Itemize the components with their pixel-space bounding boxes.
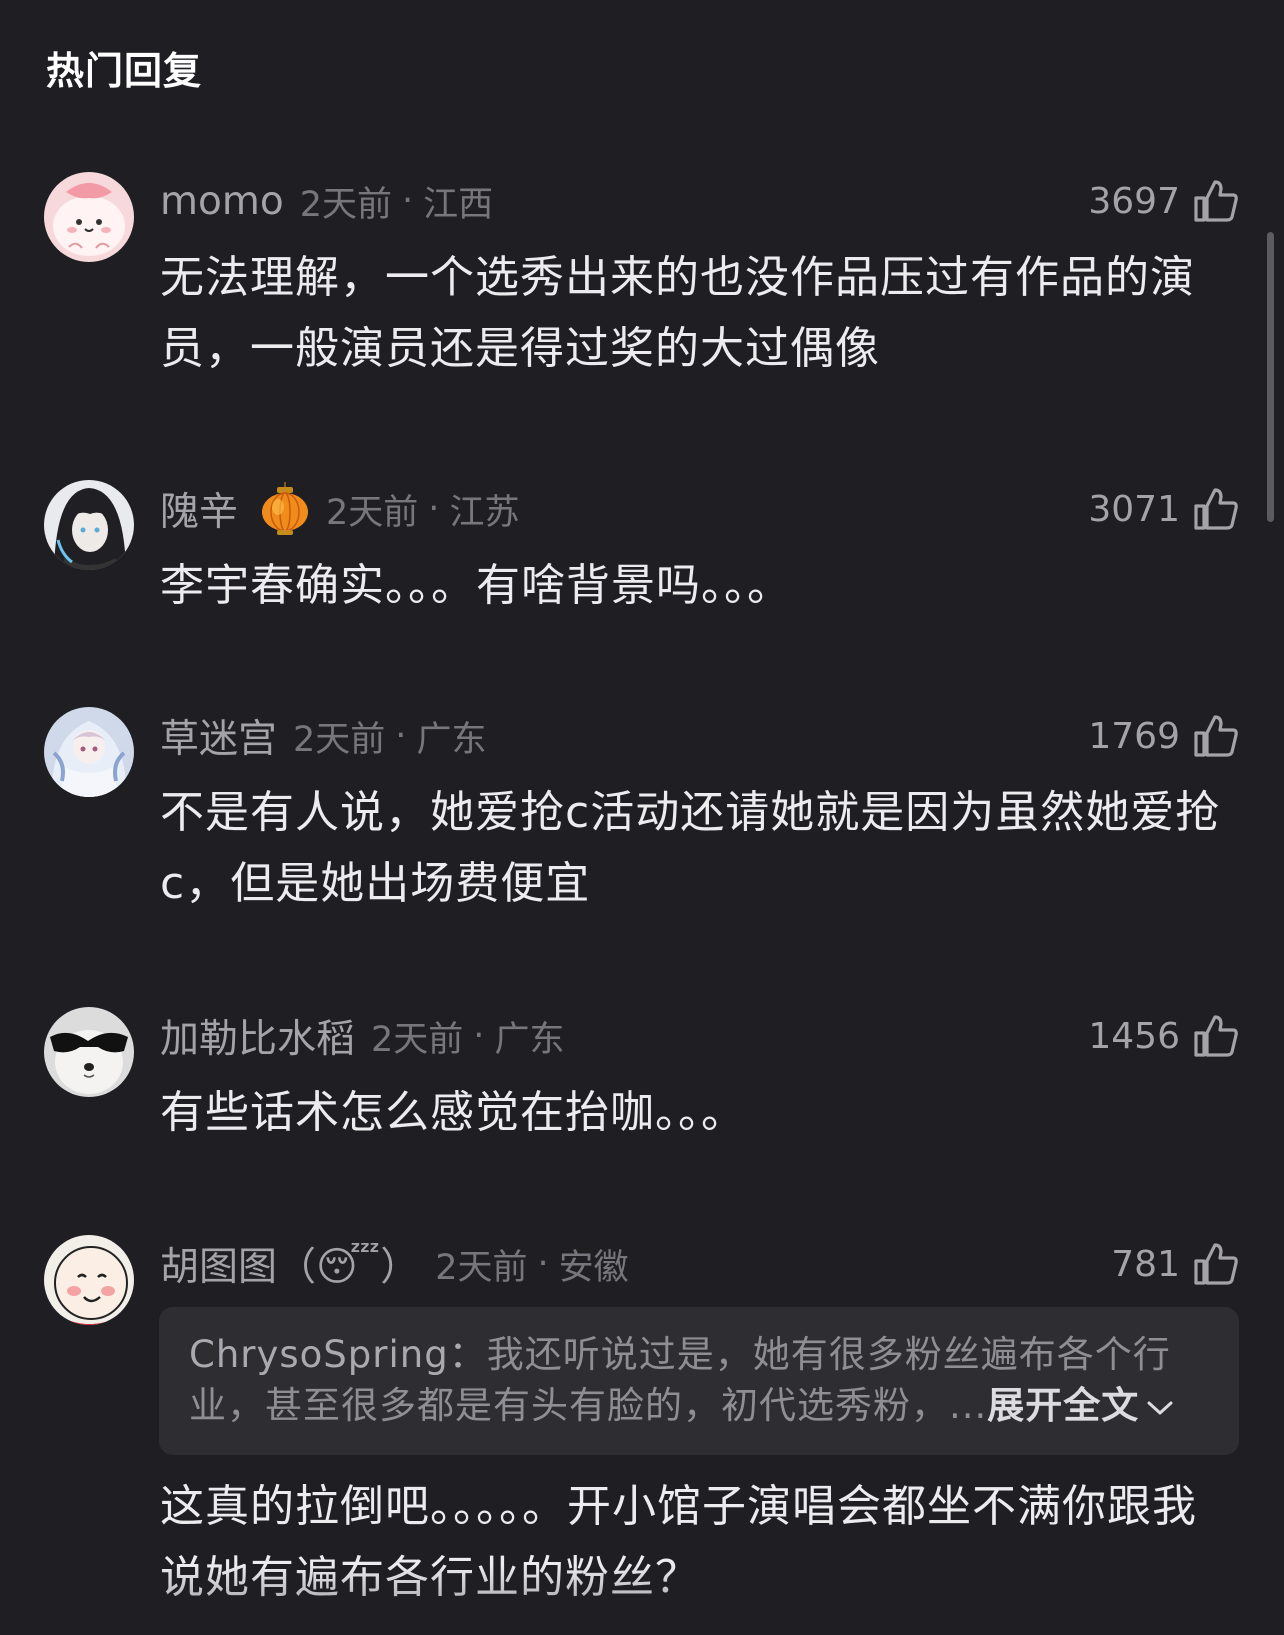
quote-author[interactable]: ChrysoSpring： — [189, 1333, 487, 1376]
section-title: 热门回复 — [46, 49, 203, 93]
meta-separator: · — [537, 1244, 549, 1284]
like-button[interactable]: 1456 — [1088, 1013, 1240, 1059]
anime-girl-avatar[interactable] — [44, 707, 134, 797]
comment-meta: 胡图图（😴） 2天前 · 安徽 — [160, 1241, 629, 1290]
scrollbar[interactable] — [1267, 232, 1274, 522]
meta-separator: · — [428, 489, 440, 529]
quote-ellipsis: ... — [949, 1384, 988, 1427]
comment-time: 2天前 — [326, 492, 419, 533]
thumbs-up-icon — [1194, 1243, 1238, 1285]
like-count: 1456 — [1088, 1015, 1180, 1057]
like-button[interactable]: 3697 — [1088, 178, 1240, 224]
quoted-reply[interactable]: ChrysoSpring：我还听说过是，她有很多粉丝遍布各个行业，甚至很多都是有… — [159, 1307, 1239, 1455]
like-count: 3697 — [1088, 180, 1180, 222]
comment-time: 2天前 — [371, 1019, 464, 1060]
username[interactable]: momo — [160, 179, 284, 224]
username[interactable]: 草迷宫 — [160, 708, 277, 764]
like-button[interactable]: 781 — [1111, 1241, 1240, 1287]
username[interactable]: 胡图图（😴） — [160, 1236, 419, 1292]
comment-time: 2天前 — [299, 184, 392, 225]
lantern-badge-icon — [260, 480, 310, 538]
thumbs-up-icon — [1194, 180, 1238, 222]
comment-location: 江苏 — [449, 492, 520, 533]
comment-text: 李宇春确实。。。有啥背景吗。。。 — [160, 560, 792, 611]
dog-sunglasses-avatar[interactable] — [44, 1007, 134, 1097]
expand-label: 展开全文 — [987, 1384, 1140, 1427]
cartoon-boy-avatar[interactable] — [44, 1235, 134, 1325]
comment-time: 2天前 — [435, 1247, 528, 1288]
comment-location: 广东 — [416, 719, 487, 760]
like-button[interactable]: 3071 — [1088, 486, 1240, 532]
comment-text: 不是有人说，她爱抢c活动还请她就是因为虽然她爱抢c，但是她出场费便宜 — [160, 787, 1221, 909]
thumbs-up-icon — [1194, 715, 1238, 757]
comment-time: 2天前 — [293, 719, 386, 760]
comment-meta: 加勒比水稻 2天前 · 广东 — [160, 1013, 565, 1062]
thumbs-up-icon — [1194, 488, 1238, 530]
like-count: 1769 — [1088, 715, 1180, 757]
username[interactable]: 隗辛 — [160, 481, 238, 537]
meta-separator: · — [401, 181, 414, 221]
comment-meta: 隗辛 2天前 · 江苏 — [160, 482, 520, 535]
username[interactable]: 加勒比水稻 — [160, 1008, 355, 1064]
username-suffix: ） — [380, 1245, 420, 1290]
comment-meta: momo 2天前 · 江西 — [160, 178, 494, 225]
expand-full-text-link[interactable]: 展开全文 — [987, 1384, 1175, 1427]
pink-blob-avatar[interactable] — [44, 172, 134, 262]
comment-location: 安徽 — [558, 1247, 629, 1288]
meta-separator: · — [395, 716, 407, 756]
quoted-reply-text: ChrysoSpring：我还听说过是，她有很多粉丝遍布各个行业，甚至很多都是有… — [189, 1329, 1211, 1431]
comment-text: 无法理解，一个选秀出来的也没作品压过有作品的演员，一般演员还是得过奖的大过偶像 — [160, 252, 1195, 374]
anime-boy-avatar[interactable] — [44, 480, 134, 570]
chevron-down-icon — [1147, 1401, 1173, 1414]
comment-text: 这真的拉倒吧。。。。。开小馆子演唱会都坐不满你跟我说她有遍布各行业的粉丝？ — [160, 1481, 1197, 1603]
like-count: 781 — [1111, 1243, 1180, 1285]
comment-text: 有些话术怎么感觉在抬咖。。。 — [160, 1087, 746, 1138]
like-count: 3071 — [1088, 488, 1180, 530]
comment-meta: 草迷宫 2天前 · 广东 — [160, 713, 487, 762]
thumbs-up-icon — [1194, 1015, 1238, 1057]
sleepy-emoji-icon: 😴 — [316, 1244, 381, 1290]
meta-separator: · — [473, 1016, 485, 1056]
comment-location: 广东 — [494, 1019, 565, 1060]
username-text: 胡图图（ — [160, 1245, 317, 1290]
comment-location: 江西 — [423, 184, 494, 225]
like-button[interactable]: 1769 — [1088, 713, 1240, 759]
